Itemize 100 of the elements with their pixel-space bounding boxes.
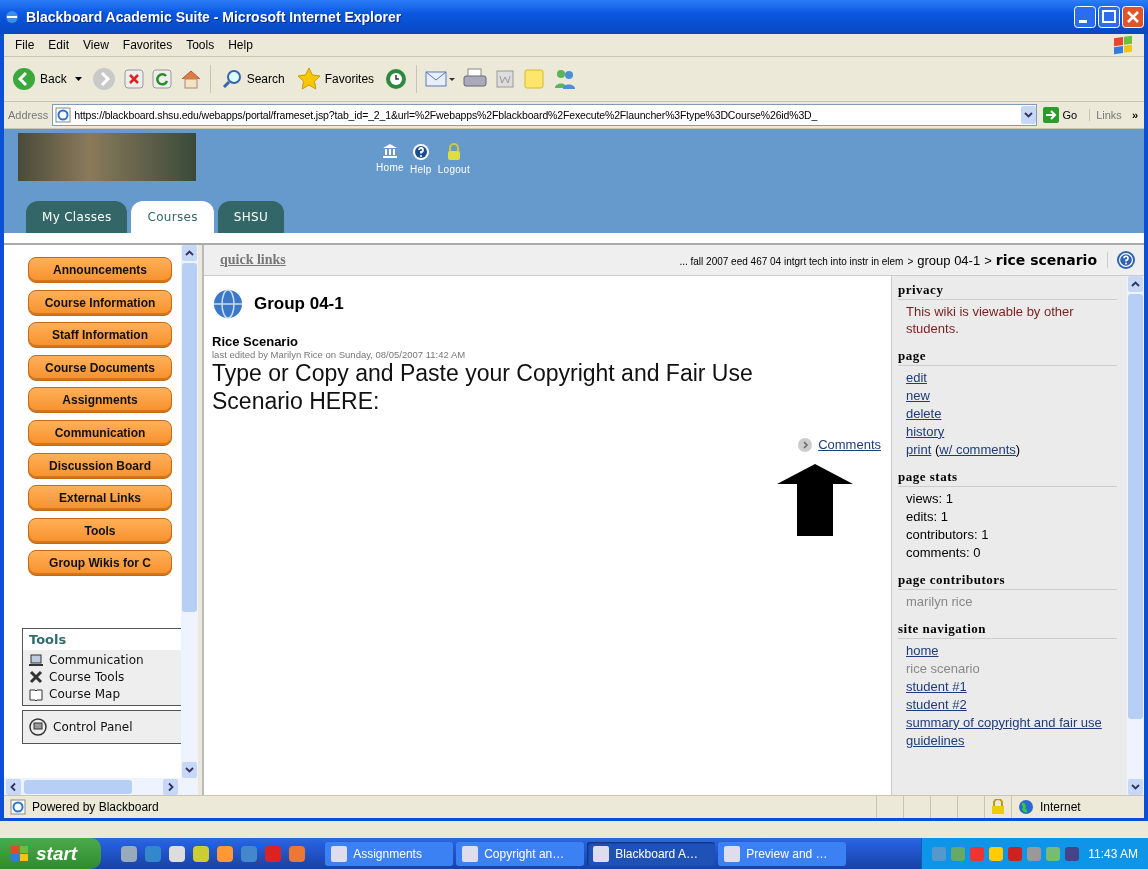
scroll-down-icon[interactable]	[182, 762, 197, 778]
back-button[interactable]: Back	[10, 65, 84, 93]
taskbar-button[interactable]: Blackboard A…	[587, 841, 716, 866]
tray-icon[interactable]	[970, 846, 985, 861]
course-menu-button[interactable]: Course Information	[28, 289, 172, 316]
scroll-right-icon[interactable]	[163, 778, 178, 795]
breadcrumb-item[interactable]: rice scenario	[995, 252, 1097, 268]
scroll-down-icon[interactable]	[1128, 779, 1143, 795]
page-link[interactable]: w/ comments	[939, 441, 1016, 457]
quick-launch-icon[interactable]	[193, 845, 210, 862]
quick-launch-icon[interactable]	[121, 845, 138, 862]
navigation-link[interactable]: summary of copyright and fair use guidelines	[906, 713, 1109, 750]
chevron-icon	[798, 437, 813, 452]
course-menu-button[interactable]: Assignments	[28, 387, 172, 414]
tab[interactable]: SHSU	[217, 201, 284, 233]
favorites-button[interactable]: Favorites	[294, 65, 377, 93]
control-panel-icon	[29, 718, 47, 737]
taskbar-button[interactable]: Assignments	[325, 841, 454, 866]
course-menu-button[interactable]: Course Documents	[28, 354, 172, 381]
course-menu-button[interactable]: Tools	[28, 517, 172, 544]
help-icon[interactable]	[1116, 250, 1136, 270]
tray-icon[interactable]	[989, 846, 1004, 861]
windows-logo-icon	[1114, 35, 1132, 55]
page-icon	[55, 107, 72, 123]
course-menu-button[interactable]: External Links	[28, 485, 172, 512]
security-zone: Internet	[1040, 800, 1081, 814]
maximize-button[interactable]	[1098, 6, 1120, 28]
computer-icon	[29, 653, 43, 667]
tray-icon[interactable]	[1008, 846, 1023, 861]
document-icon[interactable]	[495, 69, 516, 89]
padlock-icon	[446, 143, 461, 161]
scroll-left-icon[interactable]	[6, 778, 21, 795]
printer-icon[interactable]	[463, 68, 488, 90]
section-heading: site navigation	[898, 620, 1117, 639]
menu-item[interactable]: View	[76, 38, 116, 52]
page-link[interactable]: history	[906, 422, 945, 441]
tab[interactable]: My Classes	[26, 201, 128, 233]
tools-link[interactable]: Communication	[29, 653, 175, 668]
navigation-link[interactable]: student #2	[906, 695, 967, 714]
more-links-button[interactable]: »	[1125, 109, 1140, 121]
menu-item[interactable]: Help	[221, 38, 260, 52]
links-label[interactable]: Links	[1089, 109, 1122, 121]
mail-icon[interactable]	[425, 68, 456, 90]
dropdown-button[interactable]	[1020, 106, 1036, 124]
forward-icon[interactable]	[91, 67, 116, 91]
menu-item[interactable]: Tools	[179, 38, 222, 52]
tab[interactable]: Courses	[131, 201, 214, 233]
scrollbar[interactable]	[181, 245, 198, 778]
page-link[interactable]: new	[906, 386, 930, 405]
start-button[interactable]: start	[0, 838, 102, 869]
quick-launch-icon[interactable]	[289, 845, 306, 862]
tools-link[interactable]: Course Tools	[29, 670, 175, 685]
refresh-icon[interactable]	[151, 69, 172, 89]
page-link[interactable]: edit	[906, 368, 927, 387]
taskbar-button[interactable]: Preview and …	[718, 841, 847, 866]
address-field[interactable]: https://blackboard.shsu.edu/webapps/portal/frameset.jsp?tab_id=_2_1&url=%2Fwebapps%2Fblackboard%2Fexecute%2Flauncher%3Ftype%3DCourse%26id%3D_	[52, 104, 1037, 126]
breadcrumb-item[interactable]: >	[984, 253, 992, 268]
scroll-up-icon[interactable]	[1128, 276, 1143, 292]
breadcrumb-item[interactable]: ... fall 2007 eed 467 04 intgrt tech into instr in elem	[679, 256, 904, 267]
building-icon	[381, 143, 398, 159]
scrollbar[interactable]	[1127, 276, 1144, 795]
quick-launch-icon[interactable]	[217, 845, 234, 862]
page-link[interactable]: print	[906, 441, 932, 457]
taskbar-button[interactable]: Copyright an…	[456, 841, 585, 866]
status-text: Powered by Blackboard	[32, 800, 159, 814]
privacy-text: This wiki is viewable by other students.	[905, 303, 1075, 338]
course-menu-button[interactable]: Communication	[28, 419, 172, 446]
navigation-link[interactable]: home	[906, 641, 939, 660]
quick-launch-icon[interactable]	[169, 845, 186, 862]
breadcrumb-item[interactable]: >	[907, 256, 914, 267]
page-link[interactable]: delete	[906, 404, 942, 423]
go-button[interactable]: Go	[1040, 107, 1086, 123]
search-button[interactable]: Search	[218, 66, 287, 92]
menu-item[interactable]: Favorites	[115, 38, 180, 52]
tools-link[interactable]: Course Map	[29, 687, 175, 702]
wiki-title: Group 04-1	[254, 294, 344, 314]
navigation-link[interactable]: student #1	[906, 677, 967, 696]
horizontal-scrollbar[interactable]	[4, 778, 198, 795]
close-button[interactable]	[1122, 6, 1144, 28]
course-menu-button[interactable]: Announcements	[28, 257, 172, 283]
tray-icon[interactable]	[1065, 846, 1080, 861]
history-icon[interactable]	[384, 67, 409, 91]
page-body: Type or Copy and Paste your Copyright and Fair Use Scenario HERE:	[212, 360, 754, 416]
breadcrumb-item[interactable]: group 04-1	[917, 253, 981, 268]
course-menu-button[interactable]: Group Wikis for C	[28, 550, 172, 577]
stop-icon[interactable]	[123, 69, 144, 89]
course-menu-button[interactable]: Discussion Board	[28, 452, 172, 479]
browser-icon	[4, 9, 20, 25]
comments-link[interactable]: Comments	[818, 437, 881, 453]
quick-links[interactable]: quick links	[220, 252, 286, 268]
home-icon[interactable]	[179, 68, 202, 90]
search-icon	[220, 68, 243, 90]
lock-icon	[991, 799, 1005, 815]
people-icon[interactable]	[553, 68, 578, 90]
minimize-button[interactable]	[1074, 6, 1096, 28]
course-menu-button[interactable]: Staff Information	[28, 322, 172, 349]
scroll-up-icon[interactable]	[182, 245, 197, 261]
menu-item[interactable]: File	[8, 38, 42, 52]
parenthesis: (	[934, 441, 940, 457]
menu-item[interactable]: Edit	[41, 38, 77, 52]
